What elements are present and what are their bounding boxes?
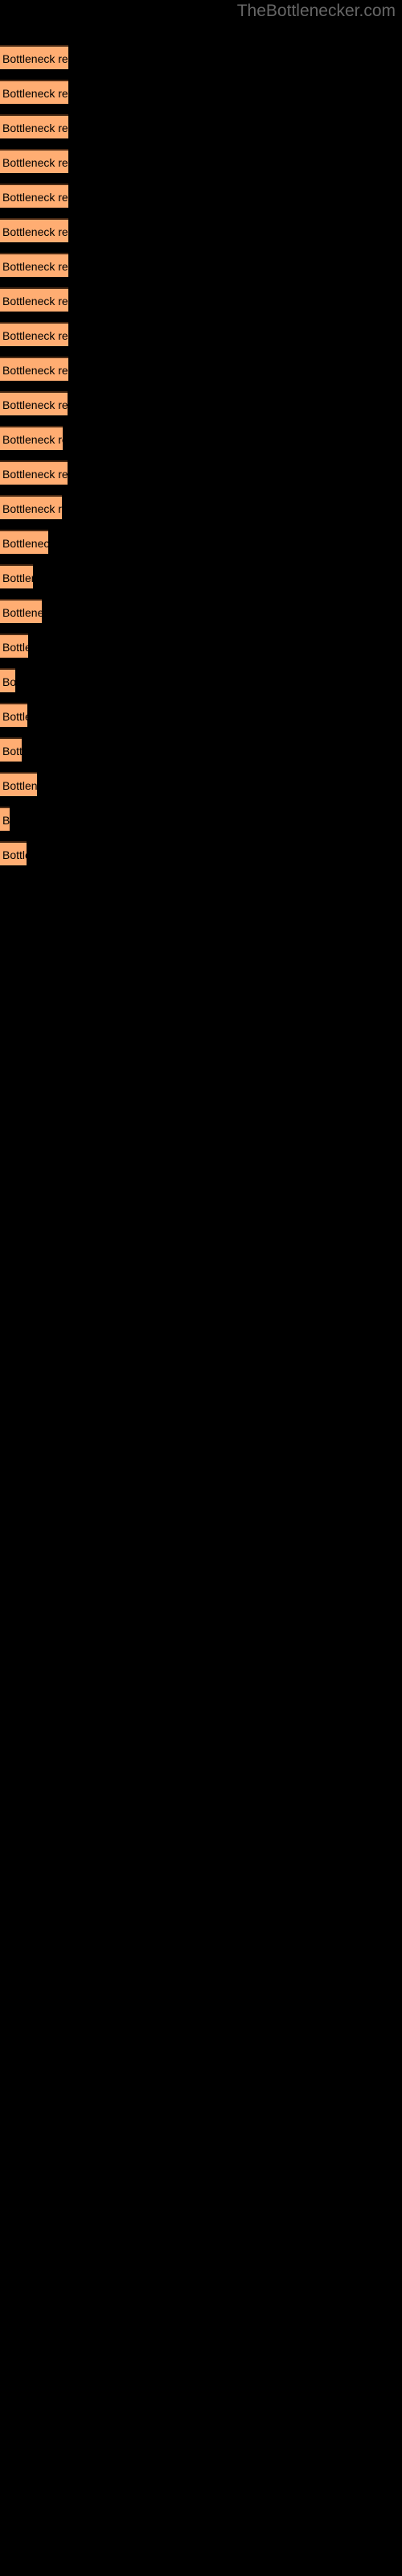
bar-label: Bottleneck result: [2, 225, 68, 238]
bottleneck-result-bar[interactable]: Bottleneck result: [0, 495, 62, 519]
bottleneck-result-bar[interactable]: Bottleneck result: [0, 253, 68, 277]
bar-row: Bottleneck result: [0, 807, 10, 831]
bottleneck-result-bar[interactable]: Bottleneck result: [0, 841, 27, 865]
bar-label: Bottleneck result: [2, 433, 63, 446]
bar-row: Bottleneck result: [0, 737, 22, 762]
bottleneck-result-bar[interactable]: Bottleneck result: [0, 703, 27, 727]
bar-label: Bottleneck result: [2, 814, 10, 827]
bottleneck-result-bar[interactable]: Bottleneck result: [0, 772, 37, 796]
bar-row: Bottleneck result: [0, 426, 63, 450]
bar-row: Bottleneck result: [0, 668, 15, 692]
bottleneck-result-bar[interactable]: Bottleneck result: [0, 564, 33, 588]
bar-label: Bottleneck result: [2, 364, 68, 377]
bar-row: Bottleneck result: [0, 184, 68, 208]
bar-label: Bottleneck result: [2, 641, 28, 654]
bar-row: Bottleneck result: [0, 599, 42, 623]
bar-label: Bottleneck result: [2, 848, 27, 861]
bar-row: Bottleneck result: [0, 287, 68, 312]
bottleneck-result-bar[interactable]: Bottleneck result: [0, 114, 68, 138]
bottleneck-result-bar[interactable]: Bottleneck result: [0, 460, 68, 485]
bottleneck-result-bar[interactable]: Bottleneck result: [0, 668, 15, 692]
bottleneck-result-bar[interactable]: Bottleneck result: [0, 426, 63, 450]
bar-row: Bottleneck result: [0, 322, 68, 346]
bottleneck-result-bar[interactable]: Bottleneck result: [0, 357, 68, 381]
bar-label: Bottleneck result: [2, 710, 27, 723]
bar-label: Bottleneck result: [2, 779, 37, 792]
bar-row: Bottleneck result: [0, 495, 62, 519]
bottleneck-result-bar[interactable]: Bottleneck result: [0, 218, 68, 242]
bar-label: Bottleneck result: [2, 260, 68, 273]
bar-row: Bottleneck result: [0, 253, 68, 277]
bottleneck-result-bar[interactable]: Bottleneck result: [0, 184, 68, 208]
bar-label: Bottleneck result: [2, 329, 68, 342]
bar-row: Bottleneck result: [0, 460, 68, 485]
bar-row: Bottleneck result: [0, 703, 27, 727]
bar-row: Bottleneck result: [0, 564, 33, 588]
bottleneck-result-bar[interactable]: Bottleneck result: [0, 807, 10, 831]
bar-label: Bottleneck result: [2, 191, 68, 204]
bar-row: Bottleneck result: [0, 530, 48, 554]
bar-label: Bottleneck result: [2, 537, 48, 550]
bar-label: Bottleneck result: [2, 468, 68, 481]
bar-row: Bottleneck result: [0, 772, 37, 796]
bar-label: Bottleneck result: [2, 52, 68, 65]
bar-row: Bottleneck result: [0, 634, 28, 658]
bottleneck-result-bar[interactable]: Bottleneck result: [0, 530, 48, 554]
bar-label: Bottleneck result: [2, 87, 68, 100]
bottleneck-result-bar[interactable]: Bottleneck result: [0, 45, 68, 69]
bar-label: Bottleneck result: [2, 745, 22, 758]
bar-label: Bottleneck result: [2, 156, 68, 169]
bar-label: Bottleneck result: [2, 122, 68, 134]
bar-label: Bottleneck result: [2, 606, 42, 619]
bottleneck-result-bar[interactable]: Bottleneck result: [0, 391, 68, 415]
bar-row: Bottleneck result: [0, 391, 68, 415]
bar-row: Bottleneck result: [0, 45, 68, 69]
bottleneck-result-bar[interactable]: Bottleneck result: [0, 634, 28, 658]
bottleneck-bar-chart: Bottleneck result Bottleneck result Bottle…: [0, 0, 402, 1739]
bar-row: Bottleneck result: [0, 114, 68, 138]
bottleneck-result-bar[interactable]: Bottleneck result: [0, 599, 42, 623]
bottleneck-result-bar[interactable]: Bottleneck result: [0, 287, 68, 312]
bar-label: Bottleneck result: [2, 398, 68, 411]
bottleneck-result-bar[interactable]: Bottleneck result: [0, 322, 68, 346]
bar-label: Bottleneck result: [2, 572, 33, 584]
bar-row: Bottleneck result: [0, 357, 68, 381]
bar-row: Bottleneck result: [0, 841, 27, 865]
bar-row: Bottleneck result: [0, 80, 68, 104]
bar-label: Bottleneck result: [2, 502, 62, 515]
bottleneck-result-bar[interactable]: Bottleneck result: [0, 737, 22, 762]
bar-row: Bottleneck result: [0, 149, 68, 173]
bottleneck-result-bar[interactable]: Bottleneck result: [0, 149, 68, 173]
bar-label: Bottleneck result: [2, 295, 68, 308]
bottleneck-result-bar[interactable]: Bottleneck result: [0, 80, 68, 104]
bar-label: Bottleneck result: [2, 675, 15, 688]
bar-row: Bottleneck result: [0, 218, 68, 242]
